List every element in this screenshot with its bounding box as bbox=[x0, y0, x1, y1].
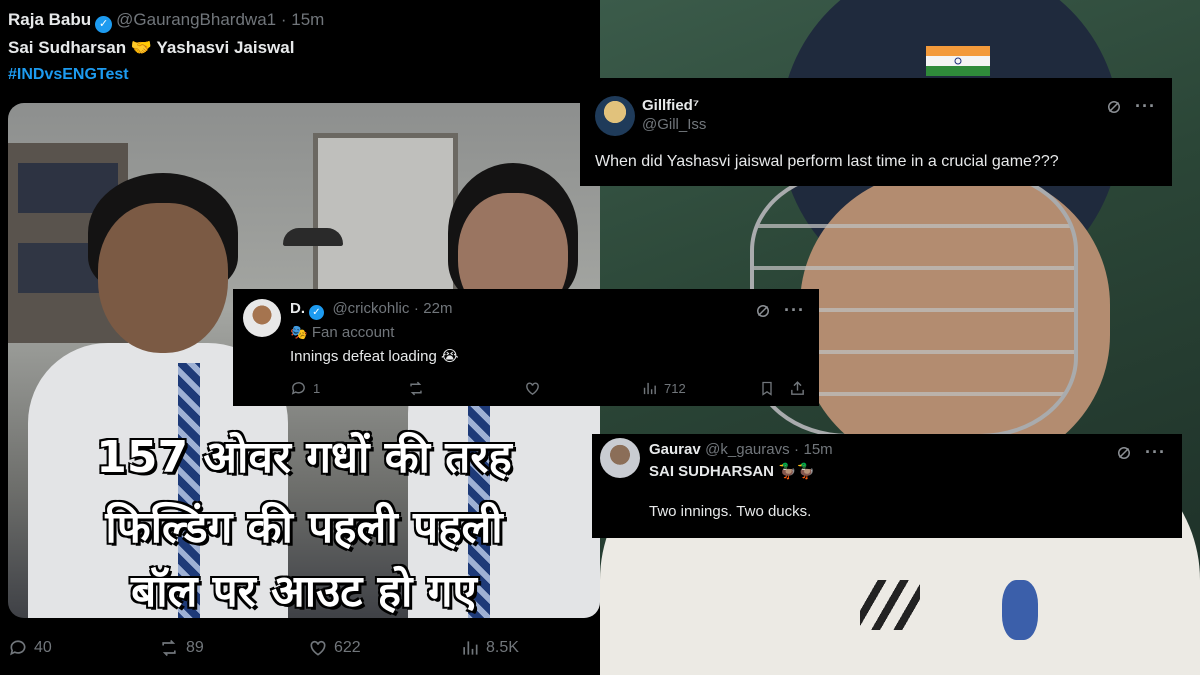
timestamp[interactable]: 15m bbox=[804, 441, 833, 458]
verified-badge-icon: ✓ bbox=[309, 305, 324, 320]
display-name[interactable]: Gaurav bbox=[649, 441, 701, 458]
more-options-icon[interactable]: ··· bbox=[1145, 442, 1166, 463]
views-button[interactable]: 8.5K bbox=[460, 638, 519, 658]
avatar[interactable] bbox=[595, 96, 635, 136]
name-line: Gaurav @k_gauravs · 15m bbox=[649, 441, 833, 459]
handle[interactable]: @GaurangBhardwa1 bbox=[116, 10, 276, 29]
avatar[interactable] bbox=[243, 299, 281, 337]
card-icons: ··· bbox=[1105, 96, 1156, 117]
views-icon bbox=[643, 382, 656, 395]
view-count: 712 bbox=[664, 381, 686, 396]
view-count: 8.5K bbox=[486, 639, 519, 656]
handle[interactable]: @crickohlic bbox=[332, 300, 409, 317]
tweet-text-part-a: Sai Sudharsan bbox=[8, 38, 127, 57]
handle[interactable]: @Gill_Iss bbox=[642, 116, 706, 133]
heart-icon bbox=[526, 382, 539, 396]
like-count: 622 bbox=[334, 639, 361, 656]
handshake-emoji: 🤝 bbox=[130, 38, 153, 57]
repost-button[interactable] bbox=[407, 380, 425, 397]
meme-caption-line3: बॉल पर आउट हो गए bbox=[131, 566, 477, 617]
more-options-icon[interactable]: ··· bbox=[784, 300, 805, 321]
timestamp[interactable]: 22m bbox=[423, 300, 452, 317]
repost-button[interactable]: 89 bbox=[158, 638, 204, 658]
bcci-crest bbox=[1002, 580, 1038, 640]
face bbox=[98, 203, 228, 353]
reply-icon bbox=[291, 382, 305, 395]
card-icons: ··· bbox=[1115, 442, 1166, 463]
repost-count: 89 bbox=[186, 639, 204, 656]
heart-icon bbox=[310, 640, 326, 656]
repost-icon bbox=[162, 639, 176, 657]
reply-icon bbox=[10, 640, 26, 656]
card-icons: ··· bbox=[754, 300, 805, 321]
tweet-card-d: D. ✓ @crickohlic · 22m 🎭 Fan account Inni… bbox=[233, 289, 819, 406]
tweet-header: Raja Babu ✓ @GaurangBhardwa1 · 15m bbox=[8, 10, 324, 33]
meme-caption-line1: 157 ओवर गधों की तरह bbox=[96, 432, 512, 483]
bio-line: 🎭 Fan account bbox=[290, 324, 394, 342]
tweet-text-part-b: Yashasvi Jaiswal bbox=[156, 38, 295, 57]
name-block: Gillfied⁷ @Gill_Iss bbox=[642, 97, 706, 133]
adidas-logo bbox=[860, 580, 920, 630]
display-name[interactable]: Raja Babu bbox=[8, 10, 91, 29]
avatar[interactable] bbox=[600, 438, 640, 478]
reply-count: 1 bbox=[313, 381, 321, 396]
tweet-text: Innings defeat loading 😭 bbox=[290, 348, 459, 365]
separator: · bbox=[794, 441, 800, 458]
tweet-text-line2: Two innings. Two ducks. bbox=[649, 503, 812, 520]
bio-label: Fan account bbox=[311, 324, 395, 341]
reply-button[interactable]: 40 bbox=[8, 638, 52, 658]
hashtag-link[interactable]: #INDvsENGTest bbox=[8, 66, 129, 84]
more-options-icon[interactable]: ··· bbox=[1135, 96, 1156, 117]
grok-icon[interactable] bbox=[754, 302, 772, 320]
tweet-text: Sai Sudharsan 🤝 Yashasvi Jaiswal bbox=[8, 38, 294, 58]
reply-button[interactable]: 1 bbox=[290, 380, 320, 397]
like-button[interactable] bbox=[524, 380, 541, 397]
views-icon bbox=[463, 641, 478, 655]
views-button[interactable]: 712 bbox=[641, 380, 686, 397]
share-button[interactable] bbox=[789, 380, 806, 397]
meme-caption-line2: फिल्डिंग की पहली पहली bbox=[105, 502, 503, 553]
name-line: D. ✓ @crickohlic · 22m bbox=[290, 300, 452, 320]
tweet-text-line1: SAI SUDHARSAN 🦆🦆 bbox=[649, 463, 816, 480]
lamp bbox=[283, 228, 343, 246]
tweet-card-gaurav: Gaurav @k_gauravs · 15m SAI SUDHARSAN 🦆🦆… bbox=[592, 434, 1182, 538]
separator: · bbox=[413, 300, 419, 317]
display-name[interactable]: Gillfied⁷ bbox=[642, 97, 706, 114]
masks-icon: 🎭 bbox=[290, 324, 308, 340]
grok-icon[interactable] bbox=[1105, 98, 1123, 116]
handle[interactable]: @k_gauravs bbox=[705, 441, 789, 458]
like-button[interactable]: 622 bbox=[308, 638, 361, 658]
tweet-text: When did Yashasvi jaiswal perform last t… bbox=[595, 153, 1059, 170]
tweet-actions: 40 89 622 8.5K bbox=[8, 638, 568, 660]
repost-icon bbox=[410, 381, 422, 396]
reply-count: 40 bbox=[34, 639, 52, 656]
india-flag-icon bbox=[926, 46, 990, 76]
separator: · bbox=[280, 10, 287, 29]
share-icon bbox=[791, 381, 804, 395]
bookmark-button[interactable] bbox=[759, 380, 775, 397]
grok-icon[interactable] bbox=[1115, 444, 1133, 462]
bookmark-icon bbox=[762, 381, 772, 396]
display-name[interactable]: D. bbox=[290, 300, 305, 317]
tweet-card-gillfied: Gillfied⁷ @Gill_Iss ··· When did Yashasv… bbox=[580, 78, 1172, 186]
timestamp[interactable]: 15m bbox=[291, 10, 324, 29]
verified-badge-icon: ✓ bbox=[95, 16, 113, 33]
